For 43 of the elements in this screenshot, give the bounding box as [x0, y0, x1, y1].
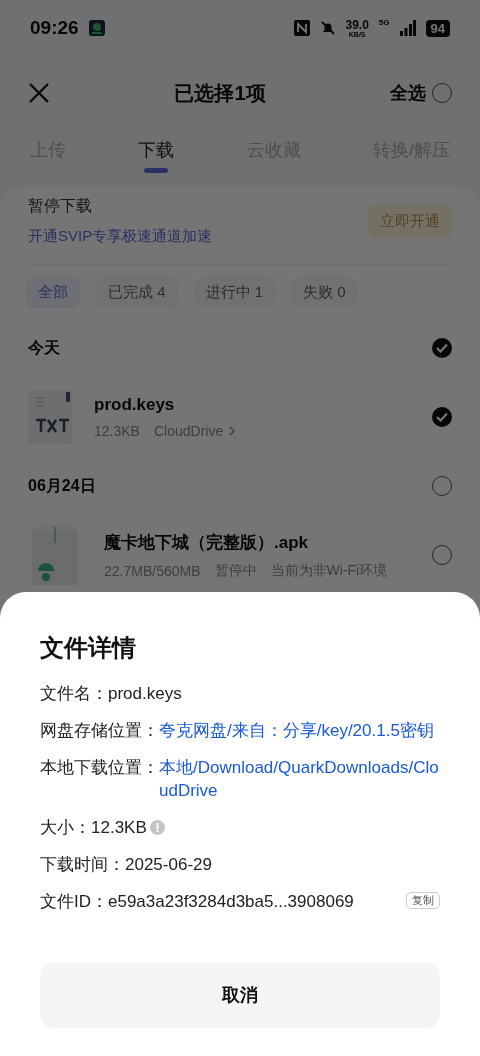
- nfc-icon: [293, 20, 310, 36]
- open-now-button[interactable]: 立即开通: [368, 204, 452, 238]
- location-link[interactable]: 本地/Download/QuarkDownloads/CloudDrive: [159, 756, 440, 802]
- filter-chip[interactable]: 已完成 4: [96, 277, 178, 308]
- filter-chip[interactable]: 全部: [26, 277, 80, 308]
- filter-chip[interactable]: 进行中 1: [193, 277, 276, 308]
- select-all-button[interactable]: 全选: [390, 81, 452, 105]
- muted-bell-icon: [319, 20, 336, 36]
- detail-label: 文件名：: [40, 683, 108, 705]
- banner-subtitle: 开通SVIP专享极速通道加速: [28, 227, 214, 246]
- file-name: prod.keys: [94, 395, 176, 415]
- detail-label: 文件ID：: [40, 891, 108, 913]
- copy-button[interactable]: 复制: [406, 892, 440, 909]
- banner-title: 暂停下载: [28, 196, 93, 216]
- app-notification-icon: [88, 20, 105, 36]
- close-icon[interactable]: [28, 82, 50, 104]
- sheet-title: 文件详情: [40, 633, 137, 663]
- info-icon[interactable]: [149, 820, 165, 835]
- chevron-right-icon[interactable]: [229, 426, 236, 436]
- cancel-button[interactable]: 取消: [40, 962, 440, 1028]
- clock: 09:26: [30, 17, 79, 39]
- page-title: 已选择1项: [173, 80, 267, 106]
- location-link[interactable]: 夸克网盘/来自：分享/key/20.1.5密钥: [159, 719, 440, 742]
- detail-label: 网盘存储位置：: [40, 720, 159, 742]
- file-name: 魔卡地下城（完整版）.apk: [104, 531, 310, 554]
- network-type: 5G: [378, 18, 390, 27]
- detail-value: 12.3KB: [91, 817, 147, 839]
- battery-level: 94: [425, 19, 450, 37]
- signal-icon: [399, 20, 416, 36]
- tab[interactable]: 下载: [138, 130, 175, 186]
- detail-value: e59a3a23f3284d3ba5...3908069: [108, 891, 354, 913]
- group-title: 06月24日: [28, 475, 96, 496]
- detail-label: 本地下载位置：: [40, 757, 159, 779]
- checked-circle[interactable]: [432, 338, 452, 358]
- text-file-icon: [28, 390, 72, 444]
- checked-circle[interactable]: [432, 407, 452, 427]
- detail-value: 2025-06-29: [125, 854, 212, 876]
- detail-label: 下载时间：: [40, 854, 125, 876]
- detail-label: 大小：: [40, 817, 91, 839]
- network-speed: 39.0: [345, 18, 369, 31]
- filter-chip[interactable]: 失败 0: [291, 277, 358, 308]
- group-title: 今天: [28, 337, 60, 358]
- detail-value: prod.keys: [108, 683, 182, 705]
